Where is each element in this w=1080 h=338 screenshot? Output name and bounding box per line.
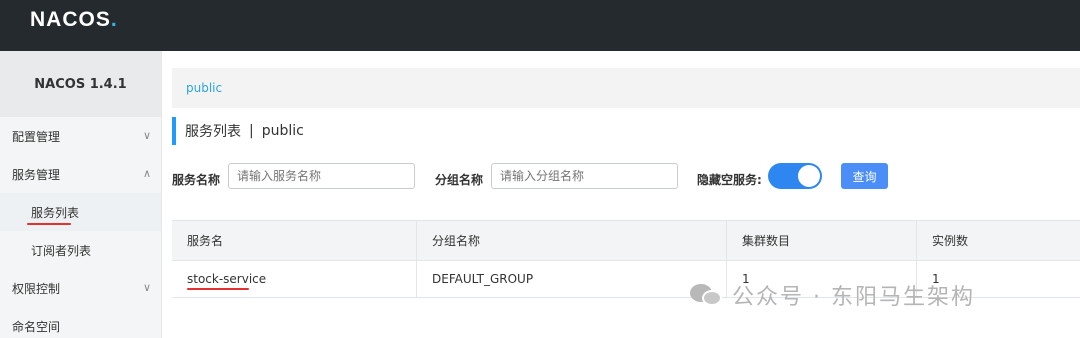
wechat-icon — [690, 280, 724, 310]
sidebar-item-access-control[interactable]: 权限控制 ∨ — [0, 269, 161, 307]
cell-group-name: DEFAULT_GROUP — [417, 261, 727, 297]
top-navbar: NACOS. — [0, 0, 1080, 51]
nacos-logo[interactable]: NACOS. — [30, 8, 118, 32]
logo-text: NACOS — [30, 8, 111, 31]
sidebar-item-label: 服务管理 — [12, 167, 61, 182]
page-title-namespace: public — [261, 123, 304, 139]
column-header-group-name[interactable]: 分组名称 — [417, 221, 727, 260]
group-name-label: 分组名称 — [435, 173, 484, 187]
group-name-input[interactable] — [491, 163, 678, 189]
sidebar-item-label: 服务列表 — [31, 205, 80, 220]
chevron-down-icon: ∨ — [142, 281, 151, 294]
chevron-down-icon: ∨ — [142, 129, 151, 142]
sidebar-item-label: 配置管理 — [12, 129, 61, 144]
page-title-text: 服务列表 — [185, 124, 241, 140]
page-title: 服务列表 | public — [172, 117, 304, 145]
annotation-underline — [27, 223, 71, 225]
sidebar: NACOS 1.4.1 配置管理 ∨ 服务管理 ∧ 服务列表 订阅者列表 权限控… — [0, 51, 162, 338]
sidebar-title: NACOS 1.4.1 — [0, 51, 161, 117]
annotation-underline — [187, 288, 249, 290]
sidebar-item-subscriber-list[interactable]: 订阅者列表 — [0, 231, 161, 269]
namespace-bar: public — [172, 68, 1080, 108]
hide-empty-services-label: 隐藏空服务: — [697, 173, 762, 187]
sidebar-item-service-list[interactable]: 服务列表 — [0, 193, 161, 231]
namespace-link-public[interactable]: public — [186, 81, 222, 95]
sidebar-item-config-management[interactable]: 配置管理 ∨ — [0, 117, 161, 155]
watermark-text: 公众号 · 东阳马生架构 — [732, 285, 975, 310]
sidebar-item-label: 订阅者列表 — [31, 243, 92, 258]
sidebar-item-label: 命名空间 — [12, 319, 61, 334]
service-name-text: stock-service — [187, 272, 267, 286]
column-header-cluster-count[interactable]: 集群数目 — [727, 221, 917, 260]
sidebar-item-service-management[interactable]: 服务管理 ∧ — [0, 155, 161, 193]
logo-dot: . — [110, 8, 118, 31]
sidebar-item-label: 权限控制 — [12, 281, 61, 296]
hide-empty-services-toggle[interactable] — [768, 163, 822, 189]
sidebar-item-namespace[interactable]: 命名空间 — [0, 307, 161, 338]
service-name-label: 服务名称 — [172, 173, 221, 187]
title-separator: | — [249, 123, 254, 139]
column-header-instance-count[interactable]: 实例数 — [917, 221, 1080, 260]
toggle-knob — [798, 165, 820, 187]
cell-service-name: stock-service — [172, 261, 417, 297]
service-name-input[interactable] — [228, 163, 415, 189]
query-button[interactable]: 查询 — [841, 163, 888, 189]
table-header-row: 服务名 分组名称 集群数目 实例数 — [172, 221, 1080, 260]
column-header-service-name[interactable]: 服务名 — [172, 221, 417, 260]
chevron-up-icon: ∧ — [142, 167, 151, 180]
watermark: 公众号 · 东阳马生架构 — [690, 278, 975, 312]
